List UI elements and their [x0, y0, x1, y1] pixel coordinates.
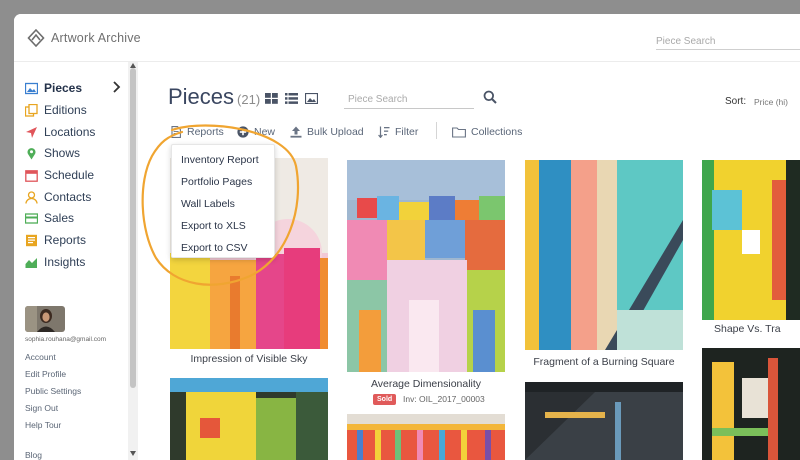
collections-button[interactable]: Collections: [452, 124, 522, 140]
app-window: Artwork Archive Pieces Editions Location…: [14, 14, 800, 460]
artwork-title[interactable]: Average Dimensionality: [347, 378, 505, 390]
bulk-upload-button[interactable]: Bulk Upload: [290, 124, 364, 140]
page-title-text: Pieces: [168, 84, 235, 109]
list-view-icon[interactable]: [285, 93, 298, 104]
menu-item-export-to-xls[interactable]: Export to XLS: [181, 220, 246, 232]
menu-item-export-to-csv[interactable]: Export to CSV: [181, 242, 248, 254]
artwork-title[interactable]: Fragment of a Burning Square: [525, 356, 683, 368]
edit-profile-link[interactable]: Edit Profile: [25, 369, 66, 379]
sort-label: Sort:: [725, 96, 747, 107]
image-icon: [25, 82, 38, 94]
avatar[interactable]: [25, 306, 65, 332]
contact-icon: [25, 190, 38, 204]
map-pin-icon: [27, 147, 36, 159]
folder-icon: [452, 127, 466, 138]
blog-link[interactable]: Blog: [25, 450, 42, 460]
sidebar-item-label: Pieces: [44, 81, 83, 95]
sidebar-item-sales[interactable]: Sales: [25, 208, 74, 228]
sidebar-scroll-thumb[interactable]: [130, 68, 136, 388]
sidebar-item-label: Shows: [44, 146, 81, 160]
user-email: sophia.rouhana@gmail.com: [25, 336, 107, 343]
artwork-thumbnail[interactable]: [347, 414, 505, 460]
artwork-title[interactable]: Impression of Visible Sky: [170, 353, 328, 365]
sidebar-item-locations[interactable]: Locations: [25, 122, 95, 142]
top-bar: Artwork Archive: [14, 14, 800, 62]
sidebar-item-label: Contacts: [44, 190, 92, 204]
artwork-title[interactable]: Shape Vs. Tra: [714, 323, 800, 335]
app-title: Artwork Archive: [51, 31, 141, 45]
menu-item-wall-labels[interactable]: Wall Labels: [181, 198, 235, 210]
sidebar-item-label: Schedule: [44, 168, 95, 182]
account-link[interactable]: Account: [25, 352, 56, 362]
piece-search-input[interactable]: [344, 90, 474, 109]
sidebar-item-label: Editions: [44, 103, 87, 117]
sign-out-link[interactable]: Sign Out: [25, 403, 58, 413]
artwork-thumbnail[interactable]: [170, 378, 328, 460]
filter-button-label: Filter: [395, 126, 419, 138]
menu-item-inventory-report[interactable]: Inventory Report: [181, 154, 259, 166]
calendar-icon: [25, 169, 38, 182]
credit-card-icon: [25, 212, 38, 224]
image-view-icon[interactable]: [305, 93, 318, 104]
collections-button-label: Collections: [471, 126, 523, 138]
sidebar-item-insights[interactable]: Insights: [25, 252, 85, 272]
artwork-thumbnail-shape-vs[interactable]: [702, 160, 800, 320]
sidebar-item-schedule[interactable]: Schedule: [25, 165, 94, 185]
sidebar: Pieces Editions Locations Shows Schedule…: [14, 62, 140, 460]
sidebar-item-shows[interactable]: Shows: [25, 143, 80, 163]
sidebar-item-editions[interactable]: Editions: [25, 100, 87, 120]
menu-item-portfolio-pages[interactable]: Portfolio Pages: [181, 176, 252, 188]
plus-circle-icon: [237, 126, 249, 138]
artwork-archive-logo-icon[interactable]: [27, 29, 45, 47]
new-button-label: New: [254, 126, 276, 138]
sold-badge: Sold: [373, 394, 397, 405]
new-piece-button[interactable]: New: [237, 124, 275, 140]
chart-icon: [25, 257, 37, 268]
sidebar-item-label: Insights: [44, 255, 86, 269]
help-tour-link[interactable]: Help Tour: [25, 420, 61, 430]
editions-icon: [25, 103, 38, 117]
artwork-thumbnail-fragment-of-a-burning-square[interactable]: [525, 160, 683, 350]
upload-icon: [290, 126, 302, 138]
artwork-thumbnail[interactable]: [702, 348, 800, 460]
scroll-down-arrow-icon[interactable]: [130, 451, 136, 456]
reports-button-label: Reports: [187, 126, 224, 138]
sidebar-item-contacts[interactable]: Contacts: [25, 187, 91, 207]
report-icon: [26, 234, 37, 246]
page-title: Pieces (21): [168, 84, 260, 110]
chevron-right-icon: [113, 81, 121, 93]
piece-count: (21): [237, 92, 261, 107]
sidebar-item-pieces[interactable]: Pieces: [25, 78, 121, 98]
global-search-input[interactable]: [656, 33, 800, 50]
sort-select[interactable]: Price (hi): [754, 97, 788, 107]
sidebar-item-label: Reports: [44, 233, 87, 247]
search-icon[interactable]: [483, 90, 497, 104]
scroll-up-arrow-icon[interactable]: [130, 63, 136, 68]
inventory-number: Inv: OIL_2017_00003: [403, 394, 485, 404]
public-settings-link[interactable]: Public Settings: [25, 386, 81, 396]
sort-filter-icon: [378, 126, 390, 138]
document-icon: [171, 126, 181, 138]
bulk-upload-label: Bulk Upload: [307, 126, 364, 138]
reports-dropdown-menu: Inventory Report Portfolio Pages Wall La…: [171, 144, 275, 258]
sidebar-item-label: Locations: [44, 125, 96, 139]
grid-view-icon[interactable]: [265, 93, 278, 104]
sidebar-item-reports[interactable]: Reports: [25, 230, 86, 250]
artwork-thumbnail[interactable]: [525, 382, 683, 460]
sidebar-item-label: Sales: [44, 211, 75, 225]
filter-button[interactable]: Filter: [378, 124, 418, 140]
artwork-thumbnail-average-dimensionality[interactable]: [347, 160, 505, 372]
reports-button[interactable]: Reports: [170, 124, 224, 140]
location-arrow-icon: [26, 126, 37, 138]
toolbar-divider: [436, 122, 437, 139]
